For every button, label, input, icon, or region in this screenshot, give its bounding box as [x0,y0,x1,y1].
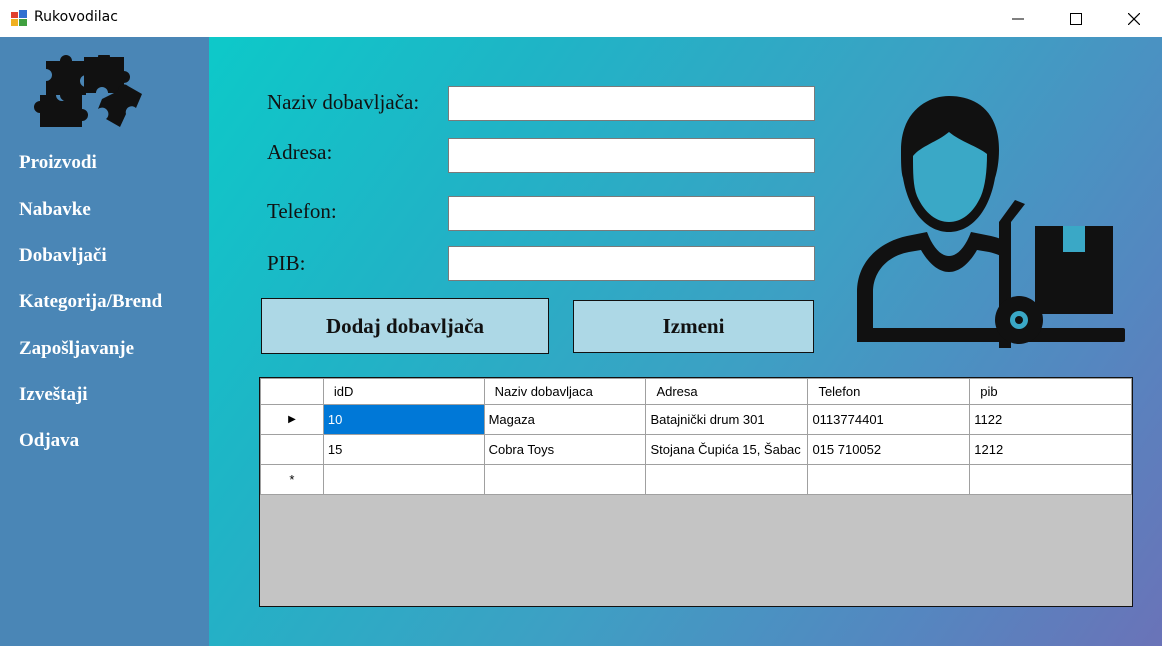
table-row[interactable]: ▶ 10 Magaza Batajnički drum 301 01137744… [260,404,1132,435]
table-cell[interactable]: 015 710052 [807,434,971,465]
table-cell[interactable] [483,464,647,495]
row-header-cell[interactable] [260,434,324,465]
sidebar: Proizvodi Nabavke Dobavljači Kategorija/… [0,37,209,646]
table-cell[interactable]: Stojana Čupića 15, Šabac [645,434,809,465]
suppliers-grid[interactable]: idD Naziv dobavljaca Adresa Telefon pib … [259,377,1133,607]
table-cell[interactable] [969,464,1132,495]
pib-input[interactable] [448,246,815,281]
row-header-corner [260,378,324,405]
minimize-button[interactable] [989,0,1047,37]
sidebar-item-proizvodi[interactable]: Proizvodi [19,152,97,174]
new-row-marker-icon[interactable]: * [260,464,324,495]
sidebar-item-dobavljaci[interactable]: Dobavljači [19,245,107,267]
main-panel: Naziv dobavljača: Adresa: Telefon: PIB: … [209,37,1162,646]
adresa-label: Adresa: [267,140,333,164]
sidebar-item-zaposljavanje[interactable]: Zapošljavanje [19,338,134,360]
sidebar-item-kategorija-brend[interactable]: Kategorija/Brend [19,291,162,313]
pib-label: PIB: [267,251,306,275]
adresa-input[interactable] [448,138,815,173]
close-icon [1128,12,1140,25]
sidebar-item-nabavke[interactable]: Nabavke [19,199,91,221]
table-cell[interactable]: Batajnički drum 301 [645,404,809,435]
column-header-idd[interactable]: idD [322,378,485,405]
app-icon [11,10,27,26]
puzzle-pieces-icon [34,55,142,127]
column-header-naziv[interactable]: Naziv dobavljaca [483,378,647,405]
naziv-input[interactable] [448,86,815,121]
table-cell[interactable]: Cobra Toys [483,434,647,465]
column-header-pib[interactable]: pib [969,378,1132,405]
column-header-adresa[interactable]: Adresa [645,378,809,405]
minimize-icon [1012,18,1024,19]
table-cell[interactable] [645,464,809,495]
maximize-button[interactable] [1047,0,1105,37]
suppliers-table: idD Naziv dobavljaca Adresa Telefon pib … [260,378,1132,495]
table-cell[interactable]: 15 [322,434,485,465]
telefon-label: Telefon: [267,199,337,223]
table-cell[interactable]: Magaza [483,404,647,435]
naziv-label: Naziv dobavljača: [267,90,420,114]
delivery-person-icon [857,96,1125,348]
title-bar: Rukovodilac [0,0,1162,37]
close-button[interactable] [1105,0,1162,37]
table-cell[interactable] [807,464,971,495]
table-row[interactable]: 15 Cobra Toys Stojana Čupića 15, Šabac 0… [260,434,1132,465]
edit-button[interactable]: Izmeni [573,300,814,353]
sidebar-item-odjava[interactable]: Odjava [19,430,79,452]
new-row[interactable]: * [260,464,1132,495]
column-header-telefon[interactable]: Telefon [807,378,971,405]
window-title: Rukovodilac [34,9,118,25]
table-cell[interactable] [322,464,485,495]
add-supplier-button[interactable]: Dodaj dobavljača [261,298,549,354]
table-cell[interactable]: 1212 [969,434,1132,465]
table-header-row: idD Naziv dobavljaca Adresa Telefon pib [260,378,1132,405]
table-cell[interactable]: 0113774401 [807,404,971,435]
current-row-marker-icon[interactable]: ▶ [260,404,324,435]
table-cell[interactable]: 1122 [969,404,1132,435]
sidebar-item-izvestaji[interactable]: Izveštaji [19,384,88,406]
table-cell[interactable]: 10 [322,404,485,435]
maximize-icon [1070,12,1082,25]
telefon-input[interactable] [448,196,815,231]
